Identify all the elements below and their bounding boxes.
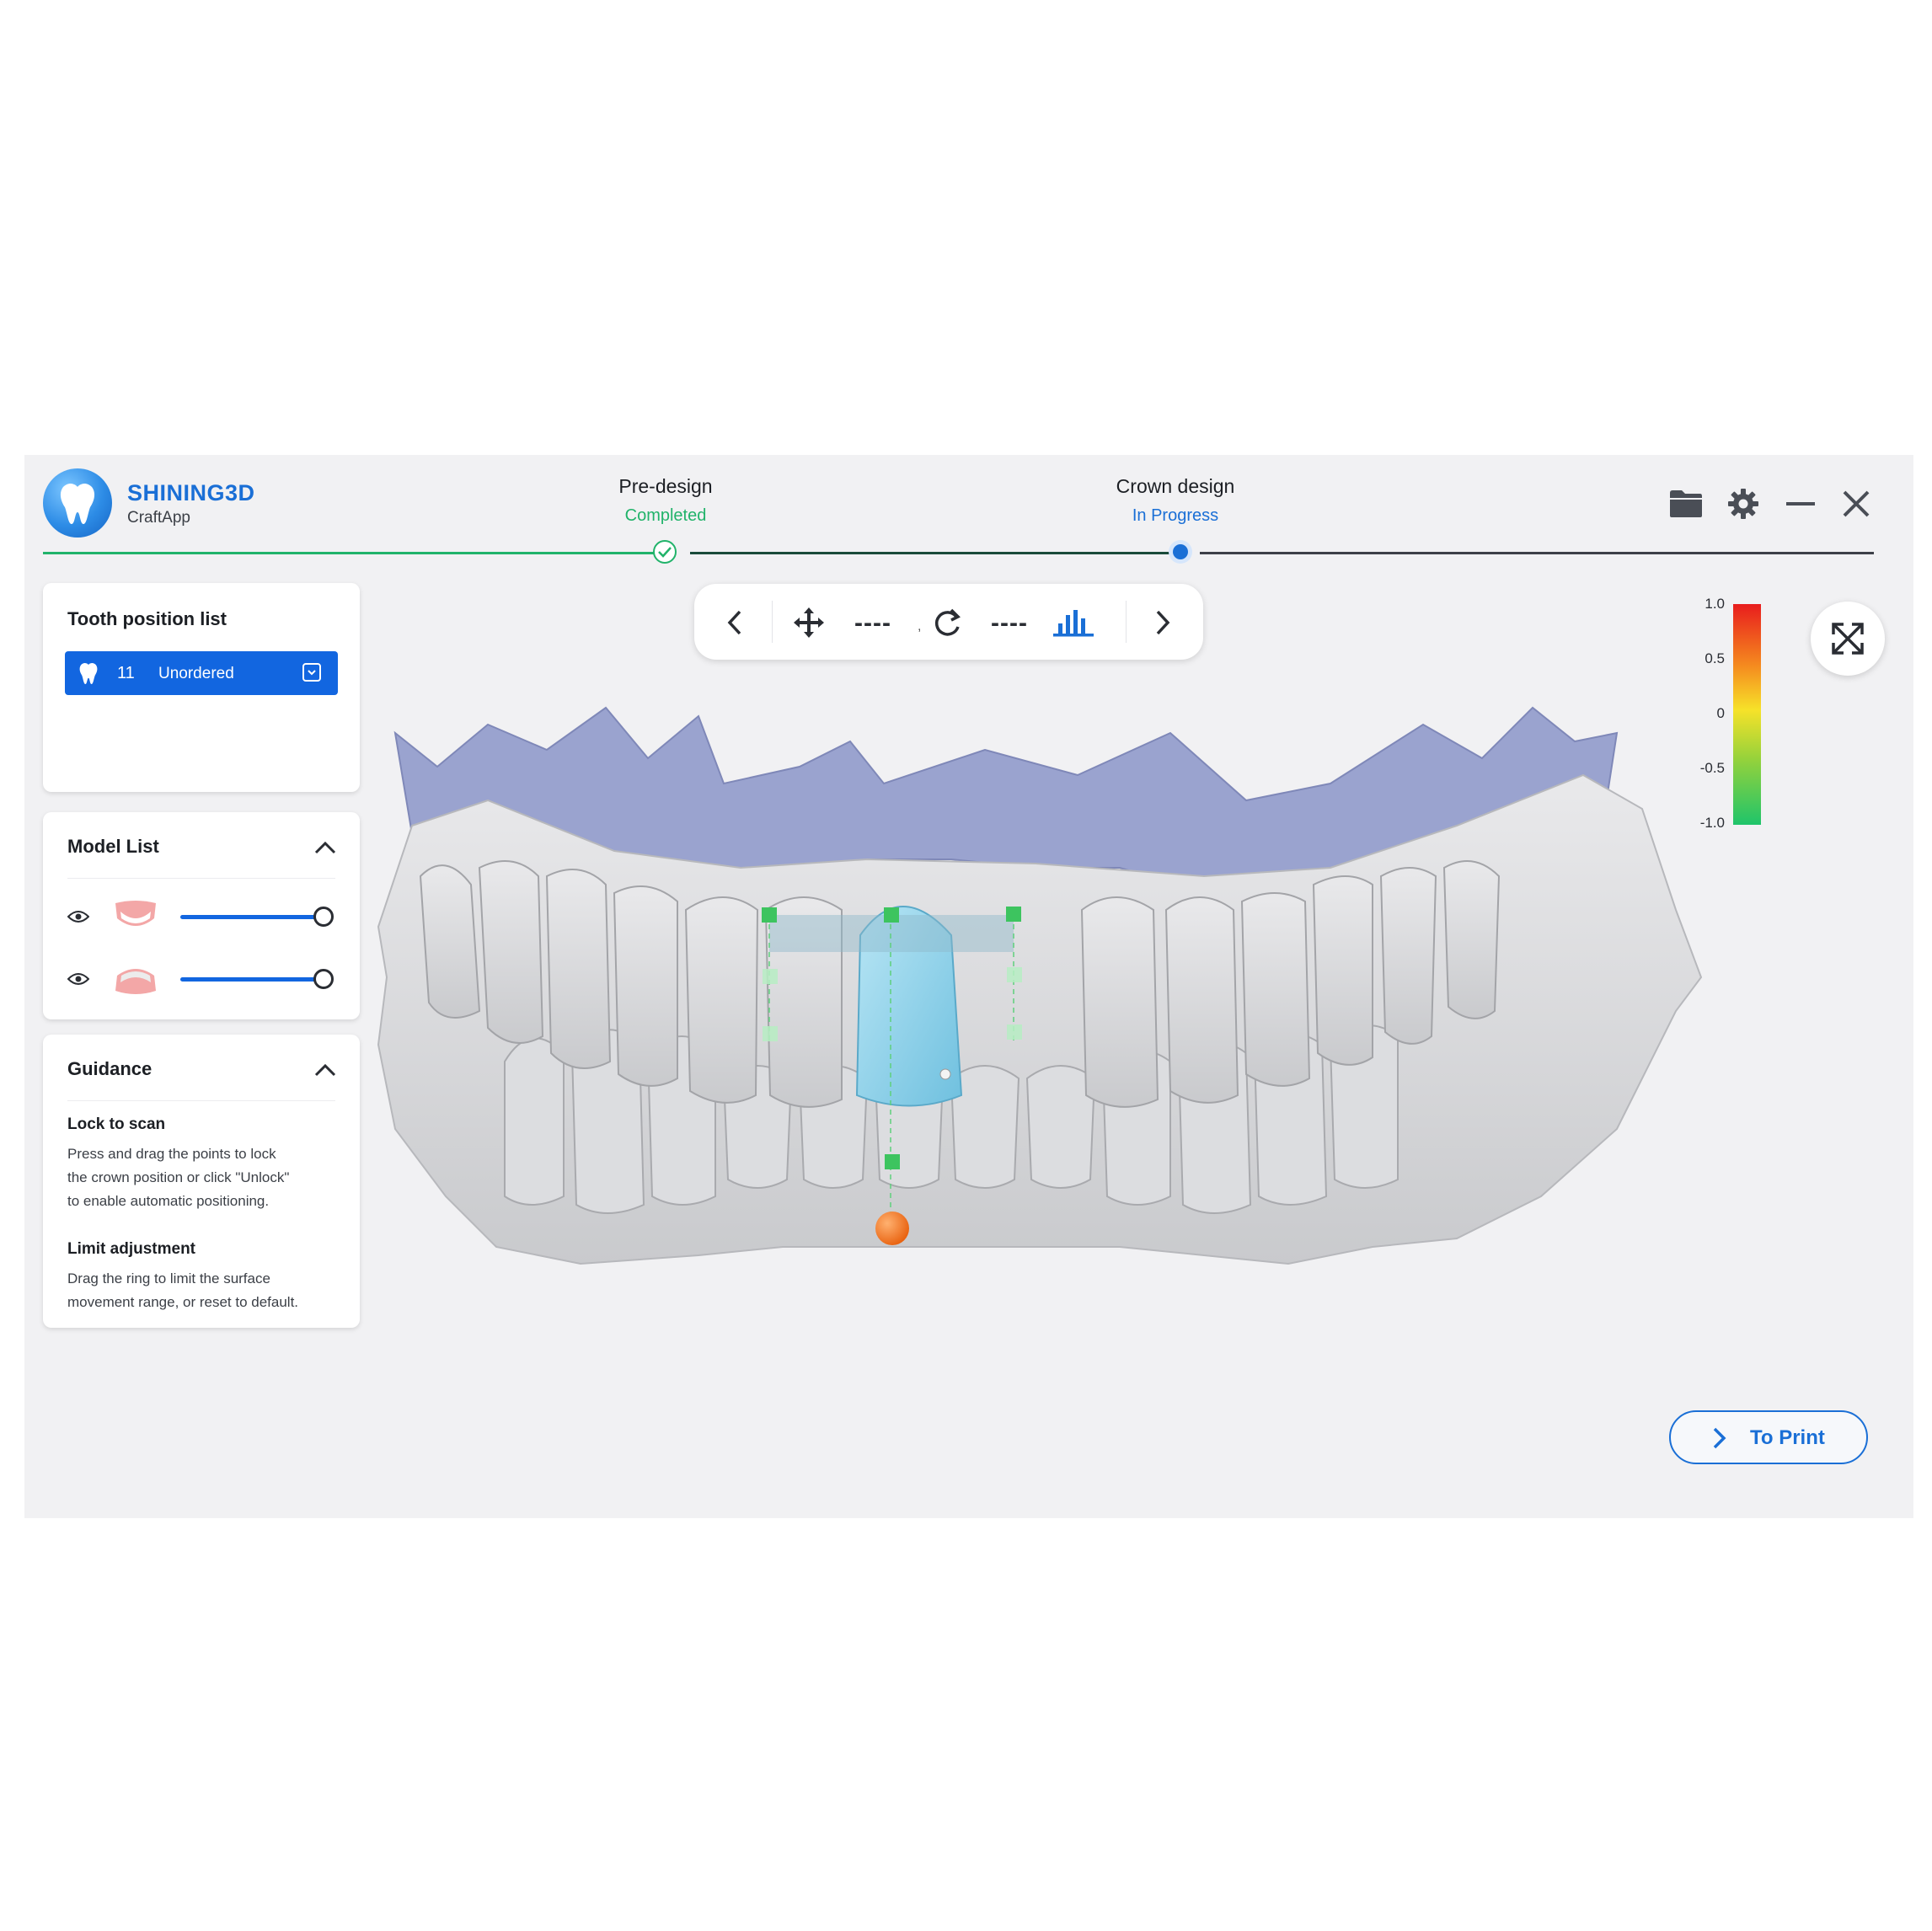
view-toolbar: ---- , ---- bbox=[694, 584, 1203, 660]
scale-label: 0 bbox=[1716, 705, 1725, 721]
model-row-lower bbox=[67, 962, 337, 996]
tooth-status: Unordered bbox=[158, 665, 234, 682]
progress-track-active bbox=[690, 552, 1179, 554]
tooth-icon bbox=[79, 663, 98, 684]
settings-button[interactable] bbox=[1725, 485, 1762, 522]
expand-icon bbox=[1832, 623, 1864, 655]
rotate-value: ---- bbox=[991, 609, 1028, 637]
guidance-heading: Limit adjustment bbox=[67, 1240, 196, 1258]
lower-opacity-knob[interactable] bbox=[313, 969, 334, 989]
folder-button[interactable] bbox=[1667, 485, 1705, 522]
chevron-right-icon bbox=[1713, 1427, 1726, 1449]
chevron-up-icon[interactable] bbox=[314, 841, 336, 854]
guidance-line: to enable automatic positioning. bbox=[67, 1193, 270, 1209]
scale-label: 0.5 bbox=[1705, 650, 1725, 666]
panel-title: Tooth position list bbox=[67, 608, 227, 629]
guidance-text: Drag the ring to limit the surface movem… bbox=[67, 1267, 345, 1314]
tooth-position-panel: Tooth position list 11 Unordered bbox=[43, 583, 360, 792]
guidance-line: the crown position or click "Unlock" bbox=[67, 1169, 290, 1185]
brand-name: SHINING3D bbox=[127, 480, 255, 505]
guidance-text: Press and drag the points to lock the cr… bbox=[67, 1142, 345, 1213]
chevron-right-icon bbox=[1156, 610, 1170, 635]
deviation-color-scale bbox=[1733, 604, 1761, 825]
guidance-line: Press and drag the points to lock bbox=[67, 1146, 276, 1162]
close-button[interactable] bbox=[1838, 485, 1875, 522]
scale-label: -1.0 bbox=[1699, 815, 1725, 831]
previous-button[interactable] bbox=[714, 602, 755, 643]
dropdown-icon[interactable] bbox=[302, 663, 321, 682]
panel-title: Model List bbox=[67, 836, 159, 857]
move-button[interactable] bbox=[789, 602, 829, 643]
3d-viewport[interactable] bbox=[361, 657, 1794, 1441]
rotate-button[interactable] bbox=[927, 602, 967, 643]
divider bbox=[67, 878, 335, 879]
lower-opacity-track[interactable] bbox=[180, 977, 324, 982]
guidance-line: Drag the ring to limit the surface bbox=[67, 1270, 270, 1286]
upper-opacity-knob[interactable] bbox=[313, 907, 334, 927]
chevron-left-icon bbox=[727, 610, 741, 635]
minimize-icon bbox=[1786, 502, 1815, 505]
brand-product: CraftApp bbox=[127, 509, 190, 527]
step-title: Pre-design bbox=[618, 475, 713, 497]
step-title: Crown design bbox=[1116, 475, 1235, 497]
upper-opacity-track[interactable] bbox=[180, 915, 324, 919]
toolbar-divider bbox=[1126, 601, 1127, 643]
step-status: In Progress bbox=[1132, 506, 1219, 525]
to-print-label: To Print bbox=[1750, 1426, 1825, 1449]
fullscreen-button[interactable] bbox=[1811, 602, 1885, 676]
app-window: SHINING3D CraftApp Pre-design Completed … bbox=[24, 455, 1913, 1518]
move-icon bbox=[794, 607, 824, 638]
close-icon bbox=[1843, 490, 1870, 517]
guidance-line: movement range, or reset to default. bbox=[67, 1294, 299, 1310]
lower-jaw-icon bbox=[115, 969, 156, 994]
limit-ring-handle bbox=[875, 1212, 909, 1245]
panel-title: Guidance bbox=[67, 1058, 153, 1079]
guidance-panel: Guidance Lock to scan Press and drag the… bbox=[43, 1035, 360, 1328]
divider bbox=[67, 1100, 335, 1101]
model-list-panel: Model List bbox=[43, 812, 360, 1019]
step-status: Completed bbox=[624, 506, 707, 525]
progress-track-remaining bbox=[1200, 552, 1874, 554]
separator: , bbox=[918, 619, 922, 634]
scale-label: -0.5 bbox=[1699, 760, 1725, 776]
rotate-icon bbox=[934, 608, 961, 636]
tooth-item-11[interactable]: 11 Unordered bbox=[65, 651, 338, 695]
folder-icon bbox=[1670, 490, 1702, 517]
step-pre-design[interactable]: Pre-design Completed bbox=[539, 475, 792, 526]
eye-icon[interactable] bbox=[67, 972, 89, 986]
gear-icon bbox=[1728, 489, 1758, 519]
upper-jaw-icon bbox=[115, 901, 156, 926]
progress-track-completed bbox=[43, 552, 665, 554]
step-crown-design[interactable]: Crown design In Progress bbox=[1049, 475, 1302, 526]
measure-value: ---- bbox=[854, 609, 891, 637]
scale-label: 1.0 bbox=[1705, 596, 1725, 612]
tooth-number: 11 bbox=[117, 664, 135, 682]
minimize-button[interactable] bbox=[1782, 485, 1819, 522]
check-icon bbox=[653, 540, 677, 564]
guidance-heading: Lock to scan bbox=[67, 1115, 166, 1133]
deviation-map-button[interactable] bbox=[1053, 602, 1094, 643]
toolbar-divider bbox=[772, 601, 773, 643]
chevron-up-icon[interactable] bbox=[314, 1063, 336, 1077]
next-button[interactable] bbox=[1143, 602, 1183, 643]
current-step-dot bbox=[1173, 544, 1188, 559]
eye-icon[interactable] bbox=[67, 910, 89, 923]
bar-chart-icon bbox=[1053, 610, 1094, 637]
model-row-upper bbox=[67, 900, 337, 933]
logo-icon bbox=[43, 468, 112, 538]
to-print-button[interactable]: To Print bbox=[1669, 1410, 1868, 1464]
